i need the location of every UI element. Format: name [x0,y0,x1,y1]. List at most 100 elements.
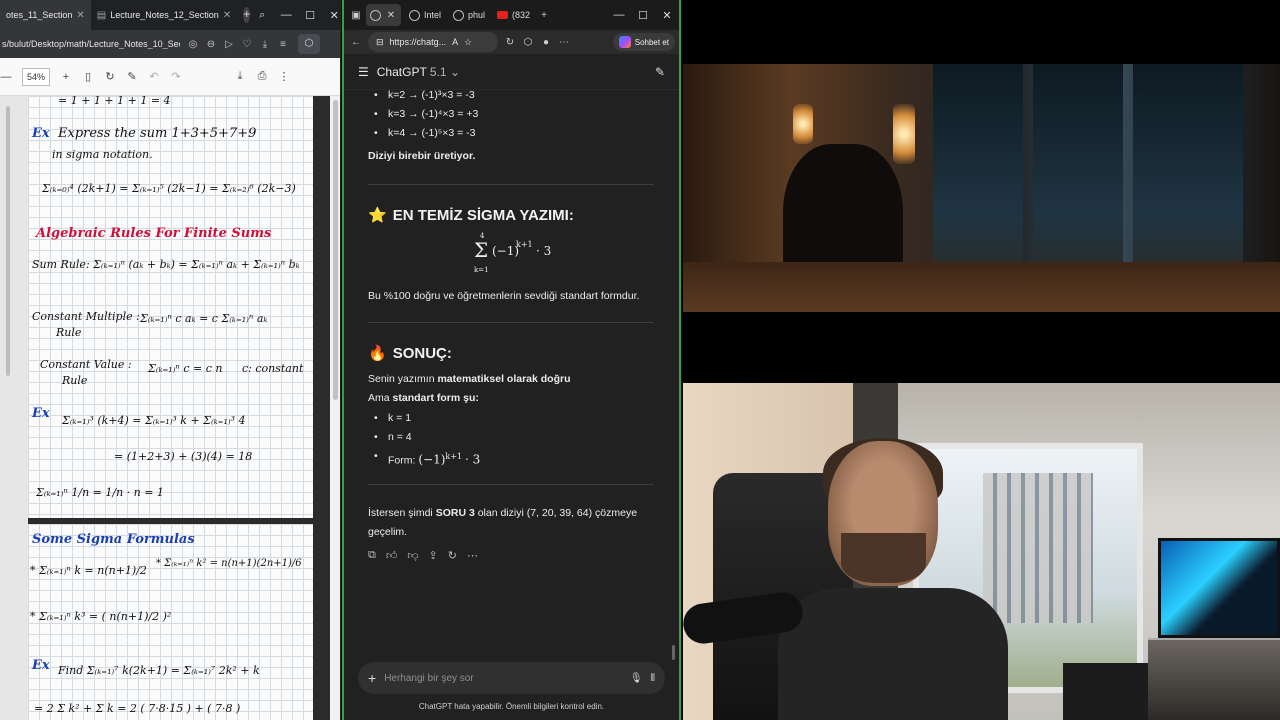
note-math: Σ₍ₖ₌₁₎ⁿ c aₖ = c Σ₍ₖ₌₁₎ⁿ aₖ [140,312,268,325]
download-icon[interactable]: ⤓ [260,39,270,50]
movie-video-panel[interactable] [683,0,1280,380]
fit-page-icon[interactable]: ▯ [82,70,94,83]
print-icon[interactable]: ⎙ [256,70,268,83]
model-name: ChatGPT [376,64,427,79]
note-line: Constant Multiple : [32,310,140,323]
tab-label: phul [468,10,486,20]
read-aloud-icon[interactable]: A [452,37,458,47]
play-icon[interactable]: ▷ [224,39,234,50]
favorite-icon[interactable]: ☆ [464,37,472,48]
sigma-formula: 4 Σ k=1 (−1) k+1 · 3 [470,232,560,278]
add-attachment-icon[interactable]: + [368,670,376,686]
pdf-url-text[interactable]: s/bulut/Desktop/math/Lecture_Notes_10_Se… [2,39,180,49]
minimize-icon[interactable]: — [274,9,298,22]
sidebar-toggle-icon[interactable]: ☰ [358,65,369,79]
close-window-icon[interactable]: ✕ [655,9,679,22]
note-math: Σ₍ₖ₌₁₎³ (k+4) = Σ₍ₖ₌₁₎³ k + Σ₍ₖ₌₁₎³ 4 [62,414,246,427]
edge-address-bar: ← ⊟ https://chatg... A ☆ ↻ ⬡ ● ⋯ Sohbet … [344,30,679,54]
maximize-icon[interactable]: ☐ [631,9,655,22]
redo-icon[interactable]: ↷ [170,70,182,83]
message-text: İstersen şimdi SORU 3 olan diziyi (7, 20… [368,504,654,542]
message-text: Diziyi birebir üretiyor. [368,150,476,162]
refresh-icon[interactable]: ↻ [504,37,516,48]
voice-mode-icon[interactable]: ⦀ [651,673,655,684]
pdf-viewport[interactable]: = 1 + 1 + 1 + 1 = 4 Ex Express the sum 1… [0,96,340,720]
rotate-icon[interactable]: ↻ [104,70,116,83]
pdf-browser-window: otes_11_Section ✕ ▤ Lecture_Notes_12_Sec… [0,0,341,720]
webcam-secondary-view [1148,638,1280,720]
minimize-icon[interactable]: — [607,9,631,22]
message-text: Ama standart form şu: [368,392,654,404]
chat-scrollbar[interactable] [672,90,675,665]
text-span: Senin yazımın [368,373,438,385]
pdf-tab-notes-12[interactable]: ▤ Lecture_Notes_12_Section ✕ [91,0,237,30]
thumbs-up-icon[interactable]: 👍︎ [386,549,398,562]
pdf-toolbar: — 54% + ▯ ↻ ✎ ↶ ↷ ⤓ ⎙ ⋮ [0,58,340,96]
model-selector[interactable]: ChatGPT 5.1 ⌄ [377,65,460,79]
note-line: Constant Value : [40,358,132,371]
close-icon[interactable]: ✕ [385,10,397,21]
note-math: Σ₍ₖ₌₁₎ⁿ c = c n [148,362,223,375]
thumbs-down-icon[interactable]: 👎︎ [407,549,418,562]
profile-icon[interactable]: ● [540,37,552,48]
lens-icon[interactable]: ◎ [188,39,198,50]
zoom-out-icon[interactable]: — [0,71,12,83]
bold-text: matematiksel olarak doğru [437,373,571,385]
close-icon[interactable]: ✕ [76,10,84,21]
divider [368,484,654,485]
undo-icon[interactable]: ↶ [148,70,160,83]
list-item: k=2 → (-1)³×3 = -3 [368,86,654,105]
microphone-icon[interactable]: 🎙︎ [630,673,643,684]
tab-youtube[interactable]: (832 [493,4,534,26]
extension-icon[interactable]: ⬡ [298,34,320,54]
menu-icon[interactable]: ≡ [278,39,288,50]
window-controls: — ☐ ✕ [607,9,679,22]
draw-icon[interactable]: ✎ [126,70,138,83]
copy-icon[interactable]: ⧉ [368,549,376,562]
more-icon[interactable]: ⋯ [558,37,570,48]
regenerate-icon[interactable]: ↻ [448,549,457,562]
zoom-icon[interactable]: ⊖ [206,39,216,50]
url-field[interactable]: ⊟ https://chatg... A ☆ [368,32,498,52]
zoom-level[interactable]: 54% [22,67,50,86]
new-tab-button[interactable]: + [243,7,251,23]
chevron-down-icon: ⌄ [449,64,461,79]
pdf-tab-notes-11[interactable]: otes_11_Section ✕ [0,0,91,30]
tab-actions-icon[interactable]: ▣ [350,10,362,21]
tab-label: (832 [512,10,531,20]
back-icon[interactable]: ← [350,37,362,48]
search-icon[interactable]: ⌕ [250,9,274,22]
formula-tail: · 3 [536,244,552,258]
save-icon[interactable]: ⤓ [234,70,246,83]
extensions-icon[interactable]: ⬡ [522,37,534,48]
share-icon[interactable]: ⇪ [429,549,438,562]
document-icon: ▤ [96,9,107,21]
list-item: k = 1 [368,409,654,428]
tab-chatgpt[interactable]: ✕ [366,4,401,26]
maximize-icon[interactable]: ☐ [298,9,322,22]
more-icon[interactable]: ⋯ [467,549,478,562]
pdf-tab-label: otes_11_Section [6,10,73,20]
heart-icon[interactable]: ♡ [242,39,252,50]
close-icon[interactable]: ✕ [223,10,231,21]
pdf-scrollbar[interactable] [330,96,340,720]
copilot-chat-button[interactable]: Sohbet et [612,33,675,51]
close-window-icon[interactable]: ✕ [322,9,340,22]
list-item: Form: (−1)k+1 · 3 [368,447,654,471]
note-heading: Algebraic Rules For Finite Sums [36,226,272,241]
note-example-label: Ex [32,658,50,673]
movie-frame [683,64,1280,312]
site-info-icon[interactable]: ⊟ [376,37,384,48]
new-tab-icon[interactable]: + [538,10,550,21]
bold-text: standart form şu: [392,392,479,404]
new-chat-icon[interactable]: ✎ [655,65,665,79]
composer-input[interactable]: Herhangi bir şey sor [384,673,622,684]
zoom-in-icon[interactable]: + [60,71,72,83]
formula-base: (−1) [492,244,520,258]
formula-base: (−1) [418,452,446,467]
tab-phul[interactable]: phul [449,4,489,26]
tab-intel[interactable]: Intel [405,4,445,26]
more-icon[interactable]: ⋮ [278,70,290,83]
bold-text: SORU 3 [435,507,475,519]
message-composer[interactable]: + Herhangi bir şey sor 🎙︎ ⦀ [358,662,665,694]
